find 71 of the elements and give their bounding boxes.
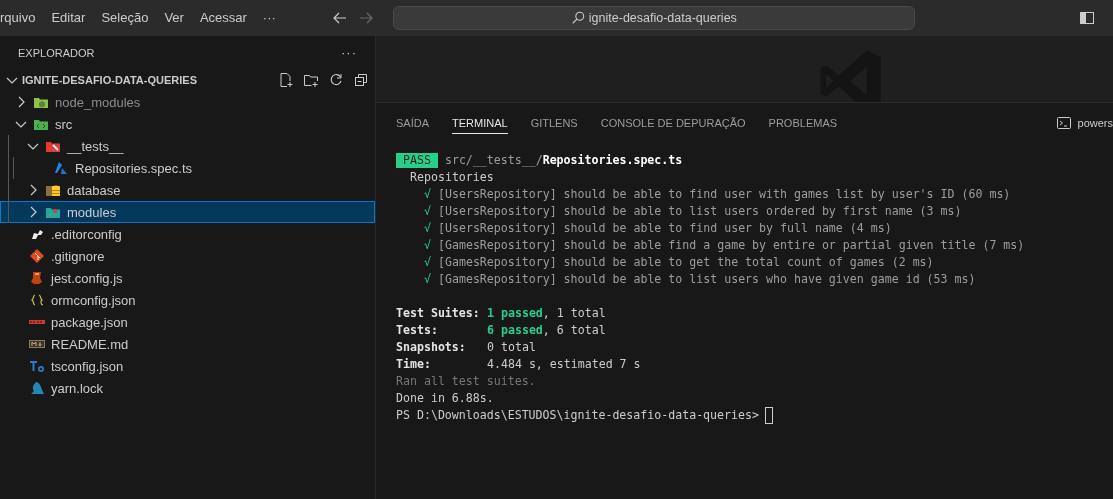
- project-name: IGNITE-DESAFIO-DATA-QUERIES: [22, 74, 197, 86]
- suite-name: Repositories: [410, 169, 494, 186]
- braces-icon: [29, 292, 45, 308]
- test-name: [GamesRepository] should be able to list users who have given game id (53 ms): [438, 271, 976, 288]
- check-mark: √: [424, 237, 431, 254]
- yarn-icon: [29, 380, 45, 396]
- summary-value: 1 passed, 1 total: [487, 305, 606, 322]
- summary-label: Tests:: [396, 322, 439, 339]
- command-center[interactable]: ignite-desafio-data-queries: [392, 5, 915, 30]
- test-name: [UsersRepository] should be able to find user with games list by user's ID (60 ms): [438, 186, 1011, 203]
- menu-item[interactable]: Seleção: [93, 10, 157, 25]
- panel-tab[interactable]: TERMINAL: [452, 112, 508, 134]
- tree-item[interactable]: .editorconfig: [0, 223, 375, 245]
- terminal-icon: [1055, 115, 1072, 131]
- panel-tab[interactable]: PROBLEMAS: [768, 112, 838, 134]
- shell-selector[interactable]: powers: [1055, 115, 1113, 131]
- search-text: ignite-desafio-data-queries: [588, 10, 737, 25]
- summary-label: Test Suites:: [396, 305, 481, 322]
- tree-item[interactable]: yarn.lock: [0, 377, 375, 399]
- menu-item[interactable]: Editar: [43, 10, 94, 25]
- tree-item[interactable]: ormconfig.json: [0, 289, 375, 311]
- git-icon: [29, 248, 45, 264]
- check-mark: √: [424, 220, 431, 237]
- more-button[interactable]: ···: [341, 45, 357, 60]
- panel-tab[interactable]: CONSOLE DE DEPURAÇÃO: [600, 112, 746, 134]
- summary-label: Snapshots:: [396, 339, 467, 356]
- test-file-icon: [53, 160, 69, 176]
- test-name: [GamesRepository] should be able find a game by entire or partial given title (7 ms): [438, 237, 1025, 254]
- check-mark: √: [424, 254, 431, 271]
- tree-item[interactable]: .gitignore: [0, 245, 375, 267]
- menu-item[interactable]: Ver: [156, 10, 192, 25]
- tree-item[interactable]: __tests__: [0, 135, 375, 157]
- summary-label: Time:: [396, 356, 432, 373]
- summary-value: 6 passed, 6 total: [487, 322, 606, 339]
- panel-tab[interactable]: GITLENS: [530, 112, 578, 134]
- menu-item[interactable]: rquivo: [0, 10, 44, 25]
- pass-badge: PASS: [396, 153, 438, 168]
- test-path: src/__tests__/: [444, 152, 543, 169]
- menu-item[interactable]: Acessar: [191, 10, 255, 25]
- tree-item[interactable]: package.json: [0, 311, 375, 333]
- new-file-icon[interactable]: [278, 72, 294, 88]
- test-file-name: Repositories.spec.ts: [542, 152, 683, 169]
- menu-item[interactable]: ···: [254, 10, 284, 25]
- check-mark: √: [424, 186, 431, 203]
- tree-item[interactable]: src: [0, 113, 375, 135]
- check-mark: √: [424, 203, 431, 220]
- terminal-prompt: PS D:\Downloads\ESTUDOS\ignite-desafio-data-queries>: [396, 407, 759, 424]
- tree-item[interactable]: Repositories.spec.ts: [0, 157, 375, 179]
- sidebar-toggle-icon[interactable]: [1079, 9, 1095, 26]
- summary-value: 4.484 s, estimated 7 s: [487, 356, 641, 373]
- tree-item[interactable]: modules: [0, 201, 375, 223]
- test-name: [UsersRepository] should be able to find user by full name (4 ms): [438, 220, 892, 237]
- tree-item[interactable]: README.md: [0, 333, 375, 355]
- terminal-note: Ran all test suites.: [396, 373, 536, 390]
- collapse-all-icon[interactable]: [353, 72, 369, 88]
- panel-tab[interactable]: SAÍDA: [396, 112, 429, 134]
- refresh-icon[interactable]: [328, 72, 344, 88]
- search-icon: [570, 10, 585, 25]
- explorer-title: EXPLORADOR: [18, 46, 95, 59]
- tree-item[interactable]: node_modules: [0, 91, 375, 113]
- new-folder-icon[interactable]: [303, 72, 319, 88]
- test-name: [GamesRepository] should be able to get the total count of games (2 ms): [438, 254, 934, 271]
- terminal-cursor: [764, 407, 773, 424]
- jest-icon: [29, 270, 45, 286]
- test-name: [UsersRepository] should be able to list users ordered by first name (3 ms): [438, 203, 962, 220]
- terminal-output: Done in 6.88s.: [396, 390, 494, 407]
- tree-item[interactable]: jest.config.js: [0, 267, 375, 289]
- check-mark: √: [424, 271, 431, 288]
- summary-value: 0 total: [487, 339, 536, 356]
- typescript-icon: [29, 358, 45, 374]
- tree-item[interactable]: tsconfig.json: [0, 355, 375, 377]
